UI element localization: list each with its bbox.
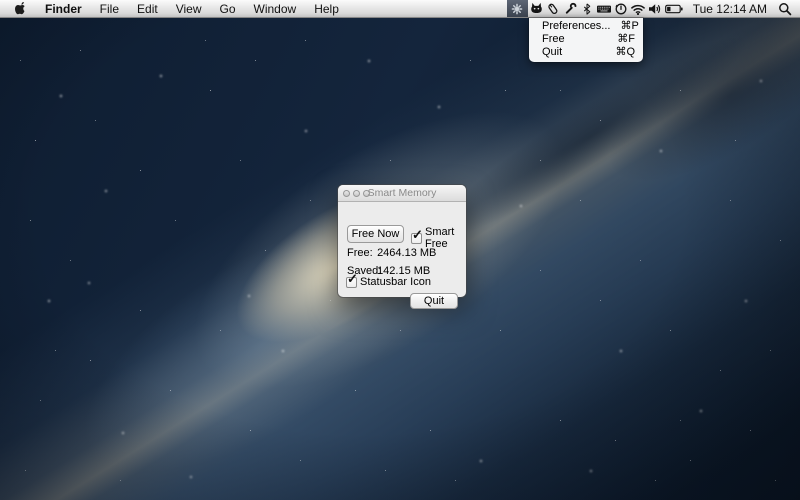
menu-go[interactable]: Go	[211, 0, 245, 17]
statusitem-spotlight[interactable]	[775, 0, 795, 17]
wifi-icon	[630, 3, 646, 15]
statusitem-time-machine[interactable]	[613, 0, 630, 17]
menu-bar-clock[interactable]: Tue 12:14 AM	[684, 2, 775, 16]
window-titlebar[interactable]: Smart Memory	[338, 185, 466, 202]
statusitem-volume[interactable]	[647, 0, 664, 17]
creature-icon	[530, 2, 543, 15]
menu-item-shortcut: ⌘Q	[615, 46, 635, 59]
menu-item-label: Quit	[542, 46, 562, 59]
free-value: 2464.13 MB	[377, 247, 436, 259]
battery-icon	[665, 4, 683, 14]
gear-icon	[510, 2, 524, 16]
menu-bar-status-area: Tue 12:14 AM	[507, 0, 800, 17]
menu-item-free[interactable]: Free ⌘F	[529, 33, 643, 46]
smart-memory-window: Smart Memory Free Now ✓ Smart Free Free:…	[338, 185, 466, 297]
volume-icon	[648, 3, 662, 15]
keyboard-icon	[596, 2, 612, 16]
time-machine-icon	[614, 2, 628, 16]
statusitem-bluetooth[interactable]	[579, 0, 596, 17]
menu-item-quit[interactable]: Quit ⌘Q	[529, 46, 643, 59]
wrench-icon	[564, 2, 577, 15]
close-button[interactable]	[343, 190, 350, 197]
free-label: Free:	[347, 247, 374, 259]
statusbar-icon-label: Statusbar Icon	[360, 276, 431, 288]
menu-window[interactable]: Window	[245, 0, 306, 17]
checkmark-icon: ✓	[347, 271, 358, 287]
statusitem-creature[interactable]	[528, 0, 545, 17]
mouse-icon	[546, 2, 560, 16]
menu-view[interactable]: View	[167, 0, 211, 17]
spotlight-search-icon	[778, 2, 792, 16]
menu-finder[interactable]: Finder	[36, 0, 91, 17]
menu-item-label: Free	[542, 33, 565, 46]
menu-file[interactable]: File	[91, 0, 128, 17]
zoom-button[interactable]	[363, 190, 370, 197]
statusitem-keyboard[interactable]	[596, 0, 613, 17]
menu-bar-left: Finder File Edit View Go Window Help	[0, 0, 348, 17]
free-now-button[interactable]: Free Now	[347, 225, 404, 243]
bluetooth-icon	[581, 2, 593, 16]
status-dropdown-menu: Preferences... ⌘P Free ⌘F Quit ⌘Q	[529, 18, 643, 62]
menu-item-shortcut: ⌘P	[620, 20, 638, 33]
apple-logo-icon	[14, 1, 27, 16]
window-content: Free Now ✓ Smart Free Free: 2464.13 MB S…	[338, 202, 466, 297]
free-memory-row: Free: 2464.13 MB	[347, 247, 436, 259]
menu-item-label: Preferences...	[542, 20, 610, 33]
statusitem-mouse[interactable]	[545, 0, 562, 17]
menu-item-shortcut: ⌘F	[617, 33, 635, 46]
menu-help[interactable]: Help	[305, 0, 348, 17]
menu-bar: Finder File Edit View Go Window Help	[0, 0, 800, 18]
menu-edit[interactable]: Edit	[128, 0, 167, 17]
statusitem-smart-memory[interactable]	[507, 0, 528, 17]
statusitem-wrench[interactable]	[562, 0, 579, 17]
minimize-button[interactable]	[353, 190, 360, 197]
quit-button[interactable]: Quit	[410, 293, 458, 309]
apple-menu[interactable]	[8, 0, 36, 17]
statusbar-icon-checkbox[interactable]: ✓ Statusbar Icon	[346, 276, 431, 288]
checkmark-icon: ✓	[412, 227, 423, 243]
statusitem-battery[interactable]	[664, 0, 684, 17]
statusitem-wifi[interactable]	[630, 0, 647, 17]
checkbox-box[interactable]: ✓	[346, 277, 357, 288]
desktop: Finder File Edit View Go Window Help	[0, 0, 800, 500]
checkbox-box[interactable]: ✓	[411, 233, 422, 244]
menu-item-preferences[interactable]: Preferences... ⌘P	[529, 20, 643, 33]
